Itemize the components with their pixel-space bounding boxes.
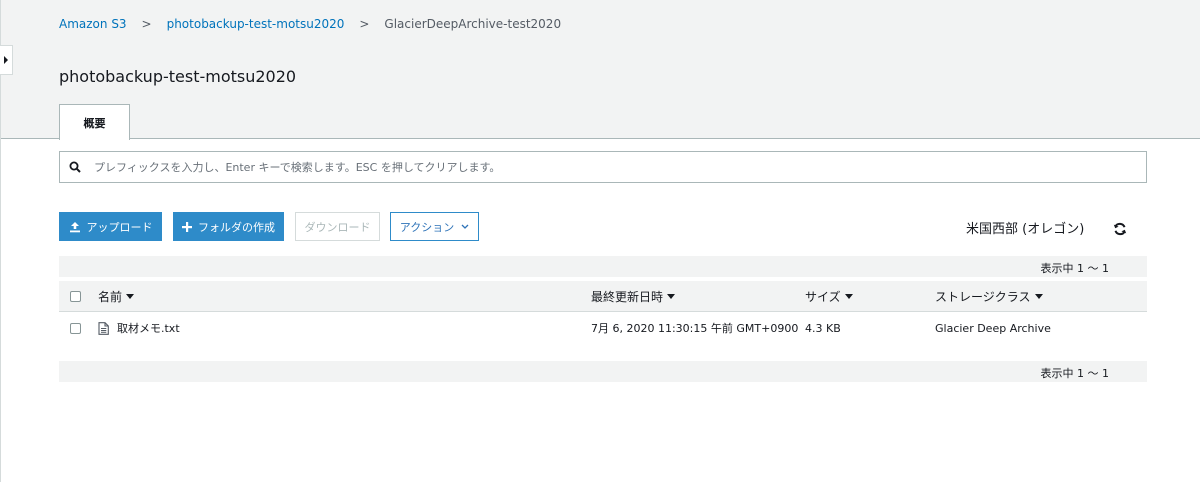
- sort-caret-icon: [126, 293, 135, 299]
- sidebar-toggle[interactable]: [0, 45, 13, 75]
- column-header-modified-label: 最終更新日時: [591, 289, 664, 304]
- refresh-icon[interactable]: [1113, 222, 1127, 236]
- row-checkbox[interactable]: [70, 322, 81, 334]
- pagination-bar-top: 表示中 1 ～ 1: [59, 256, 1147, 277]
- search-input[interactable]: [90, 152, 1146, 182]
- breadcrumb-s3[interactable]: Amazon S3: [59, 17, 127, 31]
- sort-caret-icon: [667, 293, 676, 299]
- pagination-label: 表示中 1 ～ 1: [1040, 262, 1110, 275]
- page-title: photobackup-test-motsu2020: [59, 67, 297, 86]
- region-label: 米国西部 (オレゴン): [966, 222, 1085, 237]
- upload-icon: [69, 221, 80, 232]
- breadcrumb-separator: >: [141, 17, 152, 31]
- upload-button-label: アップロード: [86, 220, 153, 234]
- table-row[interactable]: 取材メモ.txt 7月 6, 2020 11:30:15 午前 GMT+0900…: [59, 313, 1147, 343]
- column-header-storage-class[interactable]: ストレージクラス: [935, 281, 1043, 311]
- create-folder-button[interactable]: フォルダの作成: [173, 212, 284, 241]
- column-header-name-label: 名前: [98, 289, 123, 304]
- column-header-modified[interactable]: 最終更新日時: [591, 281, 676, 311]
- cell-size: 4.3 KB: [805, 321, 841, 335]
- select-all-checkbox[interactable]: [70, 290, 81, 302]
- column-header-storage-class-label: ストレージクラス: [935, 289, 1031, 304]
- pagination-label: 表示中 1 ～ 1: [1040, 367, 1110, 380]
- actions-dropdown-label: アクション: [399, 220, 455, 234]
- search-bar: [59, 151, 1147, 183]
- sort-caret-icon: [844, 293, 853, 299]
- column-header-name[interactable]: 名前: [98, 281, 135, 311]
- breadcrumb-separator: >: [359, 17, 370, 31]
- search-icon: [60, 161, 90, 173]
- table-header: 名前 最終更新日時 サイズ ストレージクラス: [59, 281, 1147, 312]
- create-folder-button-label: フォルダの作成: [198, 220, 275, 234]
- file-icon: [98, 321, 109, 335]
- cell-modified: 7月 6, 2020 11:30:15 午前 GMT+0900: [591, 322, 799, 335]
- column-header-size-label: サイズ: [805, 289, 841, 304]
- tab-overview[interactable]: 概要: [59, 104, 130, 140]
- pagination-bar-bottom: 表示中 1 ～ 1: [59, 361, 1147, 382]
- file-name-link[interactable]: 取材メモ.txt: [117, 320, 180, 336]
- column-header-size[interactable]: サイズ: [805, 281, 853, 311]
- cell-storage-class: Glacier Deep Archive: [935, 321, 1051, 335]
- expand-arrow-icon: [4, 56, 8, 64]
- breadcrumb-current-folder: GlacierDeepArchive-test2020: [384, 17, 562, 31]
- download-button-label: ダウンロード: [304, 220, 371, 234]
- sort-caret-icon: [1034, 293, 1043, 299]
- upload-button[interactable]: アップロード: [59, 212, 162, 241]
- breadcrumb-bucket[interactable]: photobackup-test-motsu2020: [167, 17, 345, 31]
- download-button[interactable]: ダウンロード: [295, 212, 380, 241]
- chevron-down-icon: [461, 224, 469, 229]
- breadcrumb: Amazon S3 > photobackup-test-motsu2020 >…: [59, 16, 561, 32]
- actions-dropdown[interactable]: アクション: [390, 212, 479, 241]
- plus-icon: [182, 221, 192, 232]
